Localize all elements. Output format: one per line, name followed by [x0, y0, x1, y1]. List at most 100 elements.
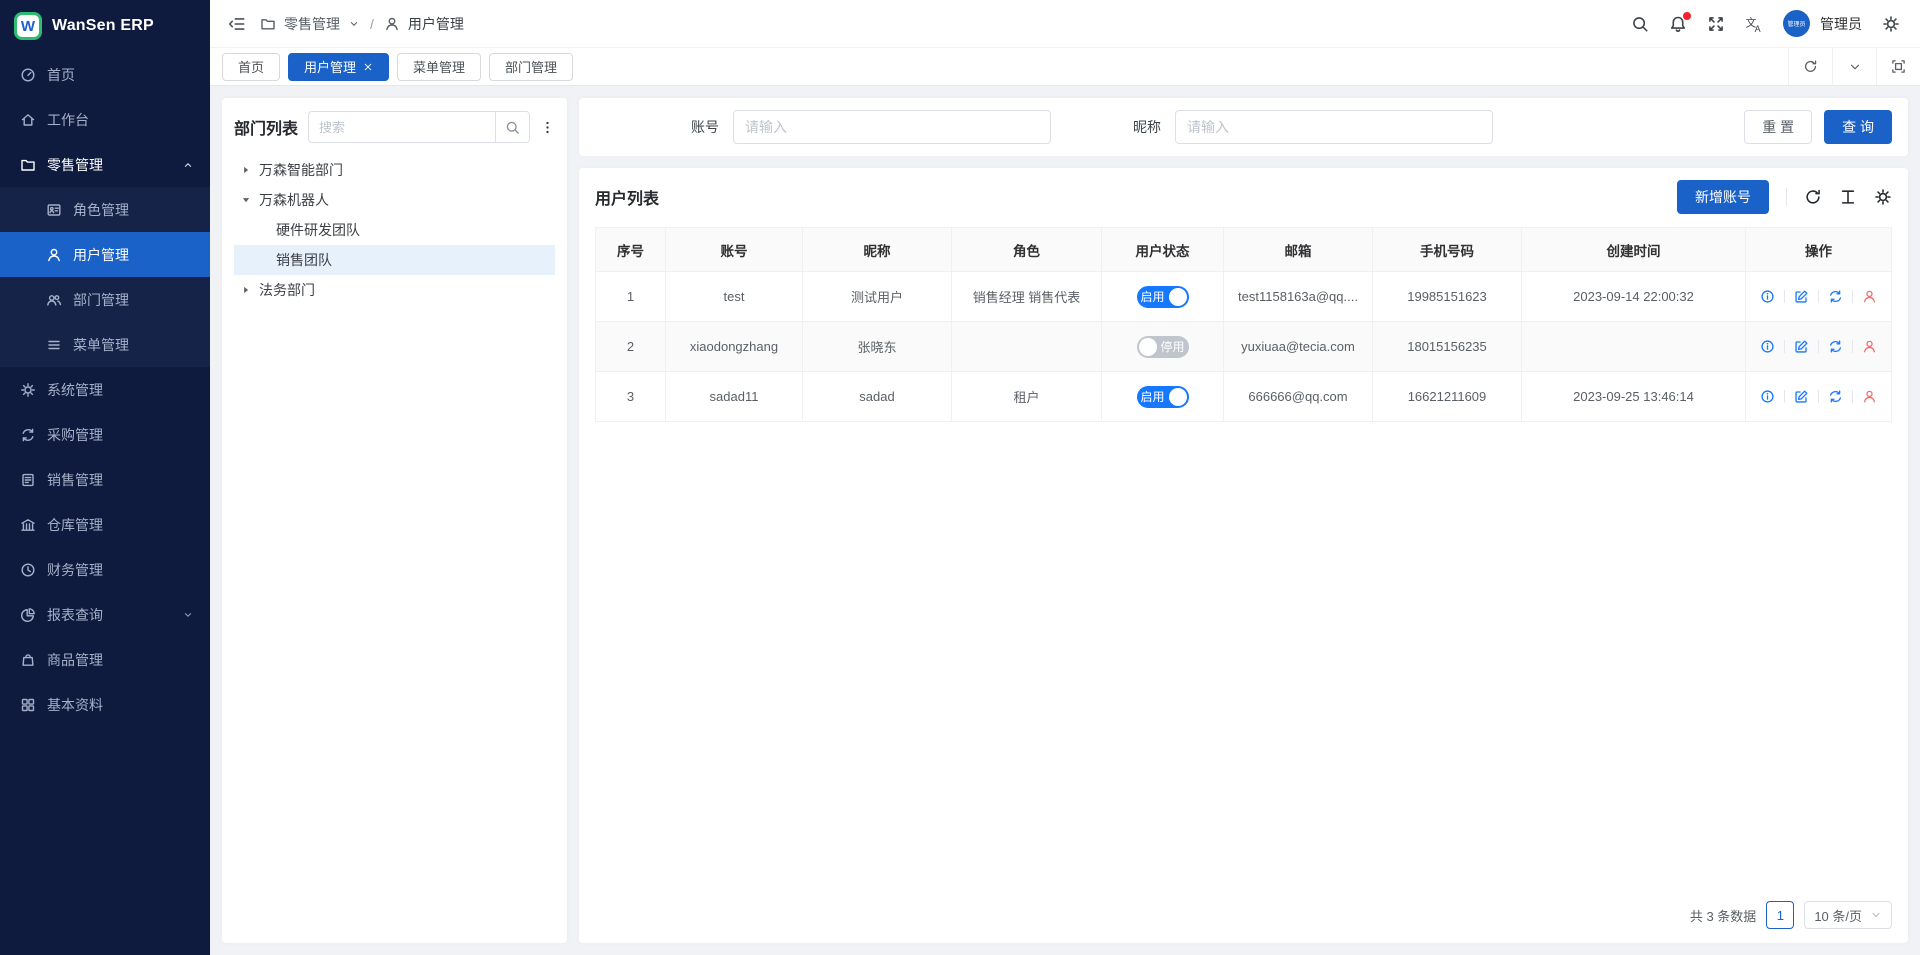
column-settings-button[interactable] — [1874, 188, 1892, 206]
row-assign-role-button[interactable] — [1862, 339, 1877, 354]
caret-down-icon[interactable] — [240, 195, 252, 205]
sidebar-item-user-management[interactable]: 用户管理 — [0, 232, 210, 277]
user-name[interactable]: 管理员 — [1820, 14, 1862, 34]
folder-icon — [20, 157, 36, 173]
app-logo: W WanSen ERP — [0, 0, 210, 52]
sidebar-group-retail[interactable]: 零售管理 — [0, 142, 210, 187]
notifications-button[interactable] — [1669, 15, 1687, 33]
sidebar-item-purchase-management[interactable]: 采购管理 — [0, 412, 210, 457]
row-reset-password-button[interactable] — [1828, 339, 1843, 354]
cell-actions — [1746, 372, 1892, 422]
settings-gear-icon[interactable] — [1882, 15, 1900, 33]
tab-home[interactable]: 首页 — [222, 53, 280, 81]
department-search-button[interactable] — [495, 112, 529, 142]
tree-node-selected[interactable]: 销售团队 — [234, 245, 555, 275]
sidebar-item-warehouse-management[interactable]: 仓库管理 — [0, 502, 210, 547]
user-list-header: 用户列表 新增账号 — [595, 180, 1892, 214]
tree-node[interactable]: 硬件研发团队 — [234, 215, 555, 245]
sidebar-item-role-management[interactable]: 角色管理 — [0, 187, 210, 232]
tree-node[interactable]: 万森智能部门 — [234, 155, 555, 185]
tab-options-button[interactable] — [1832, 48, 1876, 85]
search-icon[interactable] — [1631, 15, 1649, 33]
person-icon — [1862, 389, 1877, 404]
user-icon — [46, 247, 62, 263]
collapse-sidebar-icon[interactable] — [228, 15, 246, 33]
row-height-button[interactable] — [1839, 188, 1857, 206]
reset-button[interactable]: 重 置 — [1744, 110, 1812, 144]
tab-menu-management[interactable]: 菜单管理 — [397, 53, 481, 81]
close-tab-icon[interactable] — [363, 62, 373, 72]
account-label: 账号 — [691, 117, 719, 137]
tree-node[interactable]: 万森机器人 — [234, 185, 555, 215]
sidebar-item-basic-data[interactable]: 基本资料 — [0, 682, 210, 727]
tab-label: 部门管理 — [505, 57, 557, 76]
account-input[interactable] — [733, 110, 1051, 144]
caret-right-icon[interactable] — [240, 285, 252, 295]
row-detail-button[interactable] — [1760, 339, 1775, 354]
sidebar-item-system-management[interactable]: 系统管理 — [0, 367, 210, 412]
sidebar-item-product-management[interactable]: 商品管理 — [0, 637, 210, 682]
sidebar-group-reports[interactable]: 报表查询 — [0, 592, 210, 637]
menu-lines-icon — [46, 337, 62, 353]
sidebar-item-department-management[interactable]: 部门管理 — [0, 277, 210, 322]
kebab-menu-icon — [540, 120, 555, 135]
col-header: 用户状态 — [1102, 228, 1224, 272]
status-toggle[interactable]: 启用 — [1137, 386, 1189, 408]
bank-icon — [20, 517, 36, 533]
sidebar: W WanSen ERP 首页 工作台 零售管理 角色管理 用户管理 — [0, 0, 210, 955]
department-more-button[interactable] — [540, 120, 555, 135]
line-height-icon — [1839, 188, 1857, 206]
add-account-button[interactable]: 新增账号 — [1677, 180, 1769, 214]
dashboard-icon — [20, 67, 36, 83]
sidebar-submenu-retail: 角色管理 用户管理 部门管理 菜单管理 — [0, 187, 210, 367]
toggle-label: 停用 — [1160, 340, 1184, 354]
department-search-input[interactable] — [309, 112, 495, 142]
page-button-1[interactable]: 1 — [1766, 901, 1794, 929]
sidebar-item-menu-management[interactable]: 菜单管理 — [0, 322, 210, 367]
tab-user-management[interactable]: 用户管理 — [288, 53, 389, 81]
tab-department-management[interactable]: 部门管理 — [489, 53, 573, 81]
tab-bar: 首页 用户管理 菜单管理 部门管理 — [210, 48, 1920, 86]
tab-label: 菜单管理 — [413, 57, 465, 76]
row-reset-password-button[interactable] — [1828, 389, 1843, 404]
tree-node[interactable]: 法务部门 — [234, 275, 555, 305]
sidebar-item-home[interactable]: 首页 — [0, 52, 210, 97]
department-panel-header: 部门列表 — [234, 111, 555, 143]
cell-phone: 16621211609 — [1373, 372, 1522, 422]
row-assign-role-button[interactable] — [1862, 289, 1877, 304]
query-button[interactable]: 查 询 — [1824, 110, 1892, 144]
page-size-select[interactable]: 10 条/页 — [1804, 901, 1892, 929]
translate-icon[interactable]: 文A — [1745, 15, 1763, 33]
info-circle-icon — [1760, 339, 1775, 354]
cell-status: 启用 — [1102, 272, 1224, 322]
avatar[interactable]: 管理员 — [1783, 10, 1810, 37]
sidebar-item-workbench[interactable]: 工作台 — [0, 97, 210, 142]
nickname-input[interactable] — [1175, 110, 1493, 144]
status-toggle[interactable]: 启用 — [1137, 286, 1189, 308]
sidebar-item-finance-management[interactable]: 财务管理 — [0, 547, 210, 592]
info-circle-icon — [1760, 389, 1775, 404]
status-toggle[interactable]: 停用 — [1137, 336, 1189, 358]
row-edit-button[interactable] — [1794, 289, 1809, 304]
row-edit-button[interactable] — [1794, 339, 1809, 354]
sidebar-item-sales-management[interactable]: 销售管理 — [0, 457, 210, 502]
caret-right-icon[interactable] — [240, 165, 252, 175]
maximize-content-button[interactable] — [1876, 48, 1920, 85]
row-detail-button[interactable] — [1760, 389, 1775, 404]
row-edit-button[interactable] — [1794, 389, 1809, 404]
row-assign-role-button[interactable] — [1862, 389, 1877, 404]
row-detail-button[interactable] — [1760, 289, 1775, 304]
sidebar-item-label: 首页 — [47, 65, 194, 85]
home-icon — [20, 112, 36, 128]
cell-roles — [952, 322, 1102, 372]
breadcrumb-group[interactable]: 零售管理 — [284, 14, 340, 34]
table-toolbar: 新增账号 — [1677, 180, 1892, 214]
cell-status: 停用 — [1102, 322, 1224, 372]
fullscreen-icon[interactable] — [1707, 15, 1725, 33]
role-card-icon — [46, 202, 62, 218]
refresh-table-button[interactable] — [1804, 188, 1822, 206]
chevron-down-icon[interactable] — [348, 18, 360, 30]
row-reset-password-button[interactable] — [1828, 289, 1843, 304]
refresh-tab-button[interactable] — [1788, 48, 1832, 85]
sync-icon — [1828, 389, 1843, 404]
